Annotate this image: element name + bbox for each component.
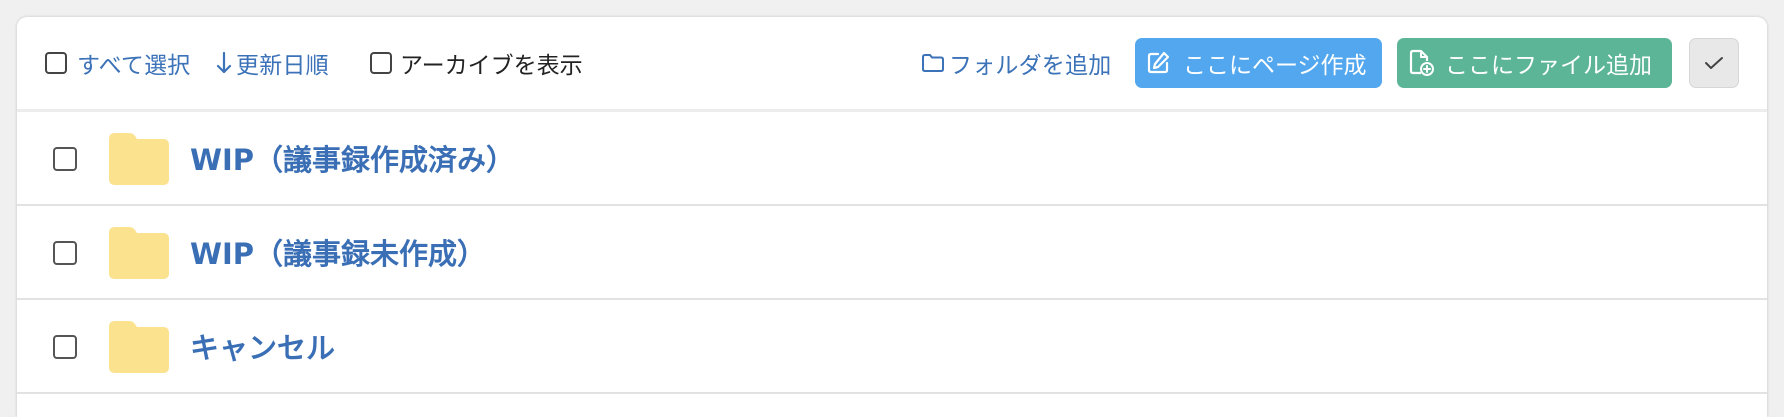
folder-name-link[interactable]: WIP（議事録作成済み）	[190, 112, 515, 204]
file-plus-icon	[1407, 48, 1435, 78]
file-list-panel: すべて選択 更新日順 アーカイブを表示 フォルダを追加 ここにページ作成 ここに…	[17, 17, 1767, 417]
edit-icon	[1145, 50, 1171, 76]
folder-icon	[109, 133, 169, 189]
folder-icon	[109, 227, 169, 283]
item-checkbox[interactable]	[53, 335, 77, 359]
list-item[interactable]: WIP（議事録作成済み）	[17, 112, 1767, 206]
folder-name-link[interactable]: WIP（議事録未作成）	[190, 206, 486, 298]
sort-control[interactable]: 更新日順	[216, 38, 329, 88]
folder-name-link[interactable]: キャンセル	[190, 300, 335, 392]
confirm-button[interactable]	[1689, 38, 1739, 88]
item-checkbox[interactable]	[53, 147, 77, 171]
select-all-checkbox[interactable]	[45, 52, 67, 74]
select-all-control[interactable]: すべて選択	[45, 38, 190, 88]
folder-icon	[109, 321, 169, 377]
add-file-button[interactable]: ここにファイル追加	[1397, 38, 1672, 88]
toolbar: すべて選択 更新日順 アーカイブを表示 フォルダを追加 ここにページ作成 ここに…	[17, 17, 1767, 112]
list-item[interactable]: キャンセル	[17, 300, 1767, 394]
list-item[interactable]: WIP（議事録未作成）	[17, 206, 1767, 300]
select-all-label[interactable]: すべて選択	[77, 46, 190, 80]
create-page-button[interactable]: ここにページ作成	[1135, 38, 1382, 88]
item-checkbox[interactable]	[53, 241, 77, 265]
add-folder-button[interactable]: フォルダを追加	[921, 38, 1111, 88]
folder-outline-icon	[921, 53, 945, 73]
show-archive-control[interactable]: アーカイブを表示	[370, 38, 583, 88]
add-folder-label[interactable]: フォルダを追加	[949, 46, 1111, 80]
create-page-label: ここにページ作成	[1183, 53, 1367, 79]
show-archive-checkbox[interactable]	[370, 52, 392, 74]
sort-label[interactable]: 更新日順	[236, 46, 329, 80]
arrow-down-icon	[216, 51, 232, 75]
add-file-label: ここにファイル追加	[1445, 53, 1652, 79]
show-archive-label[interactable]: アーカイブを表示	[400, 46, 583, 80]
check-icon	[1704, 55, 1724, 71]
